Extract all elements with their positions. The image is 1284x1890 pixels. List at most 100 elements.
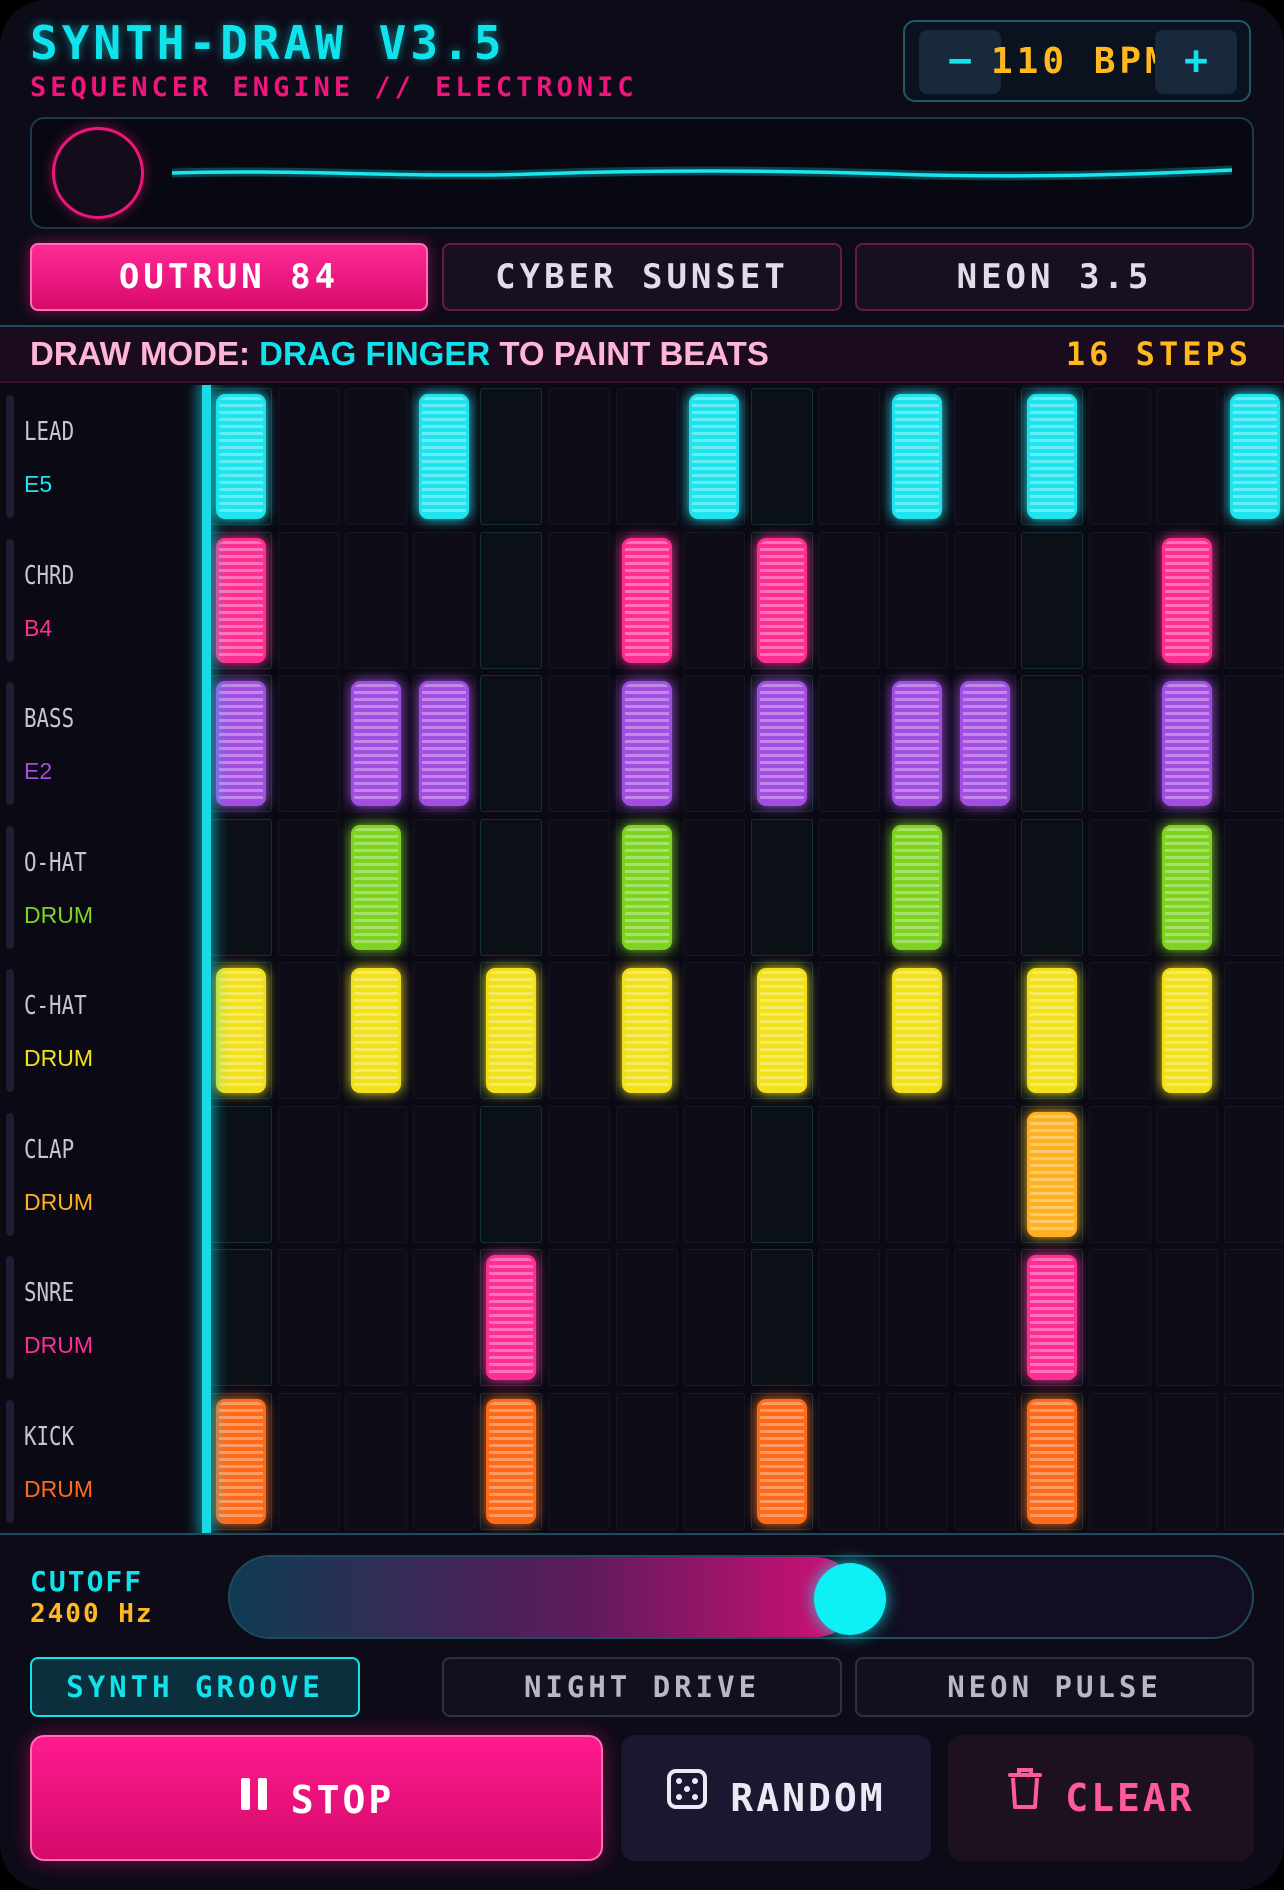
step-cell[interactable]: [277, 675, 340, 812]
step-cell[interactable]: [480, 388, 543, 525]
step-cell[interactable]: [750, 531, 813, 669]
step-cell[interactable]: [818, 531, 881, 669]
step-cell[interactable]: [683, 1249, 746, 1386]
bpm-increase-button[interactable]: +: [1155, 30, 1237, 94]
step-cell[interactable]: [886, 962, 948, 1099]
step-cell[interactable]: [1021, 675, 1084, 812]
step-cell[interactable]: [345, 962, 408, 1099]
step-cell[interactable]: [818, 1105, 881, 1243]
step-cell[interactable]: [548, 675, 610, 812]
preset-neon-pulse[interactable]: NEON PULSE: [855, 1657, 1254, 1717]
step-cell[interactable]: [750, 388, 813, 525]
step-cell[interactable]: [953, 388, 1016, 525]
step-cell[interactable]: [886, 1392, 948, 1530]
random-button[interactable]: RANDOM: [621, 1735, 931, 1861]
kit-neon-3-5[interactable]: NEON 3.5: [855, 243, 1254, 311]
step-cell[interactable]: [750, 1249, 813, 1386]
clear-button[interactable]: CLEAR: [948, 1735, 1254, 1861]
stop-button[interactable]: STOP: [30, 1735, 603, 1861]
step-cell[interactable]: [210, 1105, 272, 1243]
step-cell[interactable]: [953, 962, 1016, 1099]
step-cell[interactable]: [277, 1392, 340, 1530]
preset-night-drive[interactable]: NIGHT DRIVE: [442, 1657, 842, 1717]
step-cell[interactable]: [683, 962, 746, 1099]
step-cell[interactable]: [750, 818, 813, 956]
step-cell[interactable]: [1088, 388, 1151, 525]
step-cell[interactable]: [1224, 962, 1284, 1099]
step-cell[interactable]: [953, 1105, 1016, 1243]
step-cell[interactable]: [615, 1392, 678, 1530]
step-cell[interactable]: [615, 531, 678, 669]
step-cell[interactable]: [683, 818, 746, 956]
step-cell[interactable]: [210, 1392, 272, 1530]
step-cell[interactable]: [548, 962, 610, 1099]
step-cell[interactable]: [1021, 388, 1084, 525]
step-cell[interactable]: [277, 388, 340, 525]
step-cell[interactable]: [1224, 388, 1284, 525]
step-cell[interactable]: [1156, 818, 1219, 956]
step-cell[interactable]: [886, 675, 948, 812]
step-cell[interactable]: [548, 1105, 610, 1243]
step-cell[interactable]: [412, 1105, 475, 1243]
step-cell[interactable]: [683, 531, 746, 669]
step-cell[interactable]: [548, 1392, 610, 1530]
step-cell[interactable]: [818, 1392, 881, 1530]
step-cell[interactable]: [683, 1105, 746, 1243]
step-cell[interactable]: [345, 531, 408, 669]
step-cell[interactable]: [1224, 1105, 1284, 1243]
step-cell[interactable]: [683, 388, 746, 525]
step-cell[interactable]: [818, 818, 881, 956]
step-cell[interactable]: [277, 1105, 340, 1243]
step-cell[interactable]: [1156, 388, 1219, 525]
step-cell[interactable]: [548, 388, 610, 525]
step-cell[interactable]: [1088, 531, 1151, 669]
step-cell[interactable]: [412, 962, 475, 1099]
step-cell[interactable]: [1156, 531, 1219, 669]
step-cell[interactable]: [480, 1392, 543, 1530]
step-cell[interactable]: [1088, 1249, 1151, 1386]
step-cell[interactable]: [345, 388, 408, 525]
step-cell[interactable]: [615, 388, 678, 525]
step-cell[interactable]: [615, 1105, 678, 1243]
step-cell[interactable]: [1224, 1249, 1284, 1386]
step-cell[interactable]: [1224, 818, 1284, 956]
step-cell[interactable]: [615, 962, 678, 1099]
step-cell[interactable]: [886, 1105, 948, 1243]
step-cell[interactable]: [210, 962, 272, 1099]
step-cell[interactable]: [1021, 962, 1084, 1099]
kit-cyber-sunset[interactable]: CYBER SUNSET: [442, 243, 842, 311]
step-cell[interactable]: [412, 388, 475, 525]
step-cell[interactable]: [277, 531, 340, 669]
step-cell[interactable]: [277, 1249, 340, 1386]
step-cell[interactable]: [818, 388, 881, 525]
step-cell[interactable]: [345, 1105, 408, 1243]
step-cell[interactable]: [548, 818, 610, 956]
step-cell[interactable]: [615, 675, 678, 812]
step-cell[interactable]: [345, 1249, 408, 1386]
cutoff-slider[interactable]: [228, 1555, 1254, 1639]
step-cell[interactable]: [480, 962, 543, 1099]
step-cell[interactable]: [412, 531, 475, 669]
step-cell[interactable]: [1021, 531, 1084, 669]
step-cell[interactable]: [412, 1392, 475, 1530]
step-cell[interactable]: [1088, 1105, 1151, 1243]
step-cell[interactable]: [1088, 962, 1151, 1099]
step-cell[interactable]: [953, 818, 1016, 956]
step-cell[interactable]: [953, 1392, 1016, 1530]
step-cell[interactable]: [412, 675, 475, 812]
step-cell[interactable]: [1088, 818, 1151, 956]
step-cell[interactable]: [412, 818, 475, 956]
step-cell[interactable]: [345, 1392, 408, 1530]
step-cell[interactable]: [412, 1249, 475, 1386]
step-cell[interactable]: [210, 818, 272, 956]
step-cell[interactable]: [480, 1249, 543, 1386]
step-cell[interactable]: [1021, 1392, 1084, 1530]
step-cell[interactable]: [750, 675, 813, 812]
step-cell[interactable]: [480, 818, 543, 956]
step-cell[interactable]: [953, 675, 1016, 812]
step-cell[interactable]: [818, 962, 881, 1099]
step-cell[interactable]: [1156, 962, 1219, 1099]
step-cell[interactable]: [818, 675, 881, 812]
step-cell[interactable]: [886, 1249, 948, 1386]
step-cell[interactable]: [210, 388, 272, 525]
